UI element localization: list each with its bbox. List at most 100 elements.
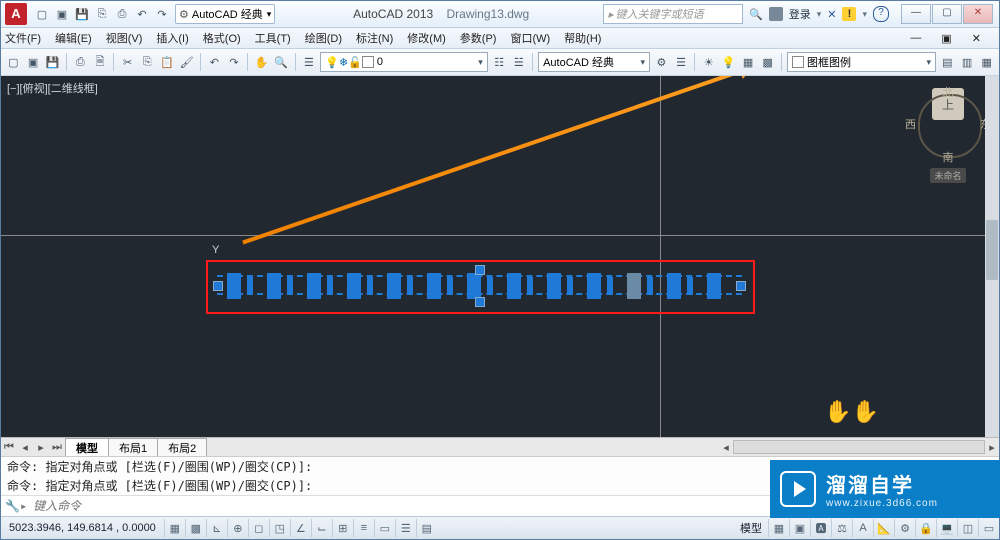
status-lock-icon[interactable]: 🔒: [915, 519, 936, 537]
login-link[interactable]: 登录: [789, 6, 811, 22]
snap-toggle[interactable]: ▦: [164, 519, 185, 537]
tab-next-icon[interactable]: ▸: [33, 441, 49, 454]
close-button[interactable]: ✕: [963, 4, 993, 24]
sc-toggle[interactable]: ▤: [416, 519, 437, 537]
plot-icon[interactable]: ⎙: [113, 5, 131, 23]
tool-undo-icon[interactable]: ↶: [206, 53, 223, 71]
status-a1-icon[interactable]: A: [852, 519, 873, 537]
coordinates[interactable]: 5023.3946, 149.6814 , 0.0000: [1, 522, 164, 534]
tool-open-icon[interactable]: ▣: [25, 53, 42, 71]
search-icon[interactable]: 🔍: [749, 8, 763, 21]
tool-cut-icon[interactable]: ✂: [119, 53, 136, 71]
selected-objects[interactable]: [217, 269, 742, 303]
menu-help[interactable]: 帮助(H): [564, 30, 601, 46]
polar-toggle[interactable]: ⊕: [227, 519, 248, 537]
tab-layout1[interactable]: 布局1: [108, 438, 158, 457]
tool-ws-save-icon[interactable]: ☰: [673, 53, 690, 71]
menu-modify[interactable]: 修改(M): [407, 30, 446, 46]
otrack-toggle[interactable]: ∠: [290, 519, 311, 537]
workspace-dropdown-2[interactable]: AutoCAD 经典▾: [538, 52, 650, 72]
ortho-toggle[interactable]: ⊾: [206, 519, 227, 537]
command-config-icon[interactable]: 🔧▸: [5, 499, 27, 513]
menu-draw[interactable]: 绘图(D): [305, 30, 342, 46]
saveas-icon[interactable]: ⎘: [93, 5, 111, 23]
layer-dropdown[interactable]: 💡❄🔓 0▾: [320, 52, 488, 72]
tool-sun-icon[interactable]: ☀: [700, 53, 717, 71]
status-scale-icon[interactable]: ⚖: [831, 519, 852, 537]
status-qv-icon[interactable]: ▣: [789, 519, 810, 537]
open-icon[interactable]: ▣: [53, 5, 71, 23]
horizontal-scrollbar[interactable]: ◂▸: [719, 440, 999, 454]
status-clean-icon[interactable]: ▭: [978, 519, 999, 537]
tool-render1-icon[interactable]: ▦: [740, 53, 757, 71]
qp-toggle[interactable]: ☰: [395, 519, 416, 537]
tool-redo-icon[interactable]: ↷: [226, 53, 243, 71]
grid-toggle[interactable]: ▩: [185, 519, 206, 537]
tab-prev-icon[interactable]: ◂: [17, 441, 33, 454]
exchange-icon[interactable]: ✕: [827, 8, 836, 21]
tool-layermgr-icon[interactable]: ☰: [301, 53, 318, 71]
undo-icon[interactable]: ↶: [133, 5, 151, 23]
tool-match-icon[interactable]: 🖌: [178, 53, 195, 71]
status-hw-icon[interactable]: 💻: [936, 519, 957, 537]
tool-ws-gear-icon[interactable]: ⚙: [653, 53, 670, 71]
menu-insert[interactable]: 插入(I): [156, 30, 188, 46]
redo-icon[interactable]: ↷: [153, 5, 171, 23]
wcs-label[interactable]: 未命名: [930, 168, 965, 183]
menu-view[interactable]: 视图(V): [106, 30, 143, 46]
tpy-toggle[interactable]: ▭: [374, 519, 395, 537]
menu-file[interactable]: 文件(F): [5, 30, 41, 46]
user-icon[interactable]: [769, 7, 783, 21]
viewcube[interactable]: 北 西 东 上 南 未命名: [913, 86, 983, 183]
status-iso-icon[interactable]: ◫: [957, 519, 978, 537]
modelspace-toggle[interactable]: 模型: [734, 520, 768, 536]
help-icon[interactable]: ?: [873, 6, 889, 22]
menu-dimension[interactable]: 标注(N): [356, 30, 393, 46]
mdi-minimize-icon[interactable]: —: [910, 32, 921, 45]
dyn-toggle[interactable]: ⊞: [332, 519, 353, 537]
tool-bulb-icon[interactable]: 💡: [720, 53, 737, 71]
app-logo-icon[interactable]: A: [5, 3, 27, 25]
new-icon[interactable]: ▢: [33, 5, 51, 23]
menu-window[interactable]: 窗口(W): [510, 30, 550, 46]
tool-save-icon[interactable]: 💾: [44, 53, 61, 71]
tab-model[interactable]: 模型: [65, 438, 109, 457]
vertical-scrollbar[interactable]: [985, 76, 999, 437]
ducs-toggle[interactable]: ⌙: [311, 519, 332, 537]
tool-frame2-icon[interactable]: ▥: [959, 53, 976, 71]
tool-copy-icon[interactable]: ⎘: [139, 53, 156, 71]
status-a2-icon[interactable]: 📐: [873, 519, 894, 537]
mdi-close-icon[interactable]: ✕: [972, 32, 981, 45]
tool-pan-icon[interactable]: ✋: [253, 53, 270, 71]
tool-paste-icon[interactable]: 📋: [159, 53, 176, 71]
help-search-input[interactable]: ▸键入关键字或短语: [603, 4, 743, 24]
tool-preview-icon[interactable]: 🗎: [92, 53, 109, 71]
tool-layeriso-icon[interactable]: ☱: [510, 53, 527, 71]
notify-icon[interactable]: !: [842, 7, 856, 21]
tool-new-icon[interactable]: ▢: [5, 53, 22, 71]
tab-first-icon[interactable]: ⏮: [1, 441, 17, 454]
status-grid-icon[interactable]: ▦: [768, 519, 789, 537]
3dosnap-toggle[interactable]: ◳: [269, 519, 290, 537]
menu-tools[interactable]: 工具(T): [255, 30, 291, 46]
status-ann-icon[interactable]: 🅰: [810, 519, 831, 537]
menu-param[interactable]: 参数(P): [460, 30, 497, 46]
tool-zoom-icon[interactable]: 🔍: [273, 53, 290, 71]
lwt-toggle[interactable]: ≡: [353, 519, 374, 537]
drawing-area[interactable]: [−][俯视][二维线框] 北 西 东 上 南 未命名 Y: [1, 76, 999, 437]
viewport-label[interactable]: [−][俯视][二维线框]: [7, 80, 98, 96]
mdi-restore-icon[interactable]: ▣: [941, 32, 951, 45]
tool-frame1-icon[interactable]: ▤: [939, 53, 956, 71]
menu-format[interactable]: 格式(O): [203, 30, 241, 46]
workspace-dropdown[interactable]: ⚙ AutoCAD 经典 ▾: [175, 4, 275, 24]
maximize-button[interactable]: ▢: [932, 4, 962, 24]
minimize-button[interactable]: —: [901, 4, 931, 24]
menu-edit[interactable]: 编辑(E): [55, 30, 92, 46]
status-ws-icon[interactable]: ⚙: [894, 519, 915, 537]
tab-layout2[interactable]: 布局2: [157, 438, 207, 457]
legend-dropdown[interactable]: 图框图例▾: [787, 52, 936, 72]
osnap-toggle[interactable]: ◻: [248, 519, 269, 537]
save-icon[interactable]: 💾: [73, 5, 91, 23]
tool-plot-icon[interactable]: ⎙: [72, 53, 89, 71]
tab-last-icon[interactable]: ⏭: [49, 441, 65, 454]
